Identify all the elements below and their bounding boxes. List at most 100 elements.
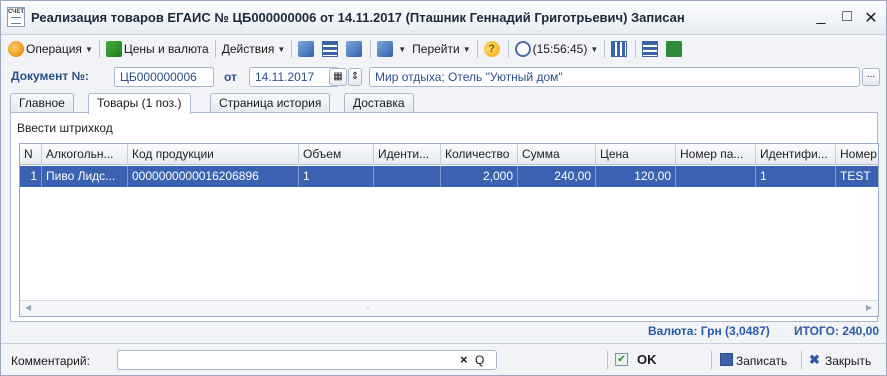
horizontal-scrollbar[interactable]: ◀ ▫ ▶ — [20, 300, 878, 316]
select-organization-button[interactable]: ... — [862, 68, 880, 86]
divider — [607, 351, 608, 369]
copy-document-button[interactable] — [343, 38, 367, 60]
calendar-button[interactable]: ▦ — [329, 68, 347, 86]
column-header[interactable]: Количество — [441, 144, 518, 165]
column-header[interactable]: Алкогольн... — [42, 144, 128, 165]
spin-icon: ⇕ — [350, 71, 360, 82]
document-window: СЧЕТ Реализация товаров ЕГАИС № ЦБ000000… — [0, 0, 887, 376]
document-date-field[interactable]: 14.11.2017 — [249, 67, 339, 87]
table-cell — [676, 166, 756, 187]
organization-field[interactable]: Мир отдыха; Отель "Уютный дом" — [369, 67, 860, 87]
enter-barcode-link[interactable]: Ввести штрихкод — [17, 121, 113, 135]
chevron-down-icon: ▼ — [398, 44, 407, 54]
floppy-disk-icon — [720, 353, 733, 366]
scroll-left-icon[interactable]: ◀ — [25, 303, 31, 312]
spreadsheet-icon — [666, 41, 683, 57]
table-row[interactable]: 1 Пиво Лидс... 0000000000016206896 1 2,0… — [20, 166, 878, 187]
tab-main[interactable]: Главное — [10, 93, 74, 113]
maximize-button[interactable]: □ — [837, 8, 857, 26]
time-label: (15:56:45) — [532, 42, 588, 56]
scroll-right-icon[interactable]: ▶ — [866, 303, 872, 312]
divider — [1, 343, 886, 344]
table-cell: 120,00 — [596, 166, 676, 187]
actions-label: Действия — [221, 42, 275, 56]
table-header: N Алкогольн... Код продукции Объем Идент… — [20, 144, 878, 165]
window-title: Реализация товаров ЕГАИС № ЦБ000000006 о… — [31, 10, 685, 25]
table-cell — [374, 166, 441, 187]
column-header[interactable]: Номер — [836, 144, 878, 165]
toolbar-divider — [370, 40, 372, 58]
column-header[interactable]: Идентифи... — [756, 144, 836, 165]
column-header[interactable]: Код продукции — [128, 144, 299, 165]
document-number-field[interactable]: ЦБ000000006 — [114, 67, 214, 87]
chevron-down-icon: ▼ — [590, 44, 599, 54]
table-cell: 240,00 — [518, 166, 596, 187]
dollar-icon — [105, 41, 122, 57]
toolbar: Операция ▼ Цены и валюта Действия ▼ ▼ Пе… — [1, 36, 886, 62]
toolbar-divider — [635, 40, 637, 58]
column-header[interactable]: Цена — [596, 144, 676, 165]
clear-icon[interactable]: × — [460, 352, 468, 367]
calendar-icon: ▦ — [333, 71, 343, 82]
hierarchy-icon — [611, 41, 628, 57]
ok-button[interactable]: OK — [637, 352, 657, 367]
copy-icon — [346, 41, 363, 57]
app-icon-label: СЧЕТ — [8, 9, 25, 15]
document-header-row: Документ №: ЦБ000000006 от 14.11.2017 ▦ … — [1, 65, 886, 89]
prices-currency-button[interactable]: Цены и валюта — [103, 38, 212, 60]
tab-goods[interactable]: Товары (1 поз.) — [88, 93, 191, 114]
goods-table: N Алкогольн... Код продукции Объем Идент… — [19, 143, 879, 317]
table-cell: TEST — [836, 166, 878, 187]
refresh-button[interactable] — [319, 38, 343, 60]
comment-label: Комментарий: — [11, 354, 90, 368]
minimize-button[interactable]: _ — [811, 8, 831, 26]
refresh-icon — [322, 41, 339, 57]
time-menu[interactable]: (15:56:45) ▼ — [512, 38, 602, 60]
title-bar: СЧЕТ Реализация товаров ЕГАИС № ЦБ000000… — [1, 1, 886, 35]
save-icon — [298, 41, 315, 57]
scroll-thumb-icon[interactable]: ▫ — [366, 303, 369, 312]
total-amount: ИТОГО: 240,00 — [794, 324, 880, 338]
column-header[interactable]: N — [20, 144, 42, 165]
toolbar-divider — [476, 40, 478, 58]
structure-menu[interactable]: ▼ — [374, 38, 409, 60]
column-header[interactable]: Иденти... — [374, 144, 441, 165]
operation-icon — [8, 41, 24, 57]
save-document-button[interactable] — [295, 38, 319, 60]
table-cell: 1 — [20, 166, 42, 187]
close-window-button[interactable]: ✕ — [861, 8, 881, 28]
toolbar-divider — [98, 40, 100, 58]
excel-button[interactable] — [663, 38, 687, 60]
actions-menu[interactable]: Действия ▼ — [219, 38, 289, 60]
chevron-down-icon: ▼ — [277, 44, 286, 54]
date-spin-button[interactable]: ⇕ — [348, 68, 362, 86]
operation-menu[interactable]: Операция ▼ — [5, 38, 96, 60]
column-header[interactable]: Номер па... — [676, 144, 756, 165]
toolbar-divider — [507, 40, 509, 58]
structure-icon — [377, 41, 394, 57]
checkmark-icon: ✔ — [615, 353, 628, 366]
goto-menu[interactable]: Перейти ▼ — [409, 38, 473, 60]
help-button[interactable]: ? — [481, 38, 505, 60]
tab-delivery[interactable]: Доставка — [344, 93, 414, 113]
currency-label: Валюта: Грн (3,0487) — [648, 324, 770, 338]
save-button[interactable]: Записать — [736, 354, 787, 368]
date-label: от — [224, 70, 237, 84]
table-cell: 1 — [756, 166, 836, 187]
close-x-icon: ✖ — [809, 352, 820, 367]
hierarchy-button[interactable] — [608, 38, 632, 60]
toolbar-divider — [214, 40, 216, 58]
toolbar-divider — [604, 40, 606, 58]
close-button[interactable]: Закрыть — [825, 354, 871, 368]
search-icon[interactable]: Q — [475, 353, 484, 367]
column-header[interactable]: Объем — [299, 144, 374, 165]
list-button[interactable] — [639, 38, 663, 60]
comment-input[interactable] — [117, 350, 497, 370]
tab-history[interactable]: Страница история — [210, 93, 331, 113]
clock-icon — [514, 41, 531, 57]
bottom-bar: Комментарий: × Q ✔ OK Записать ✖ Закрыть — [1, 346, 886, 374]
chevron-down-icon: ▼ — [462, 44, 471, 54]
table-cell: 1 — [299, 166, 374, 187]
toolbar-divider — [291, 40, 293, 58]
column-header[interactable]: Сумма — [518, 144, 596, 165]
